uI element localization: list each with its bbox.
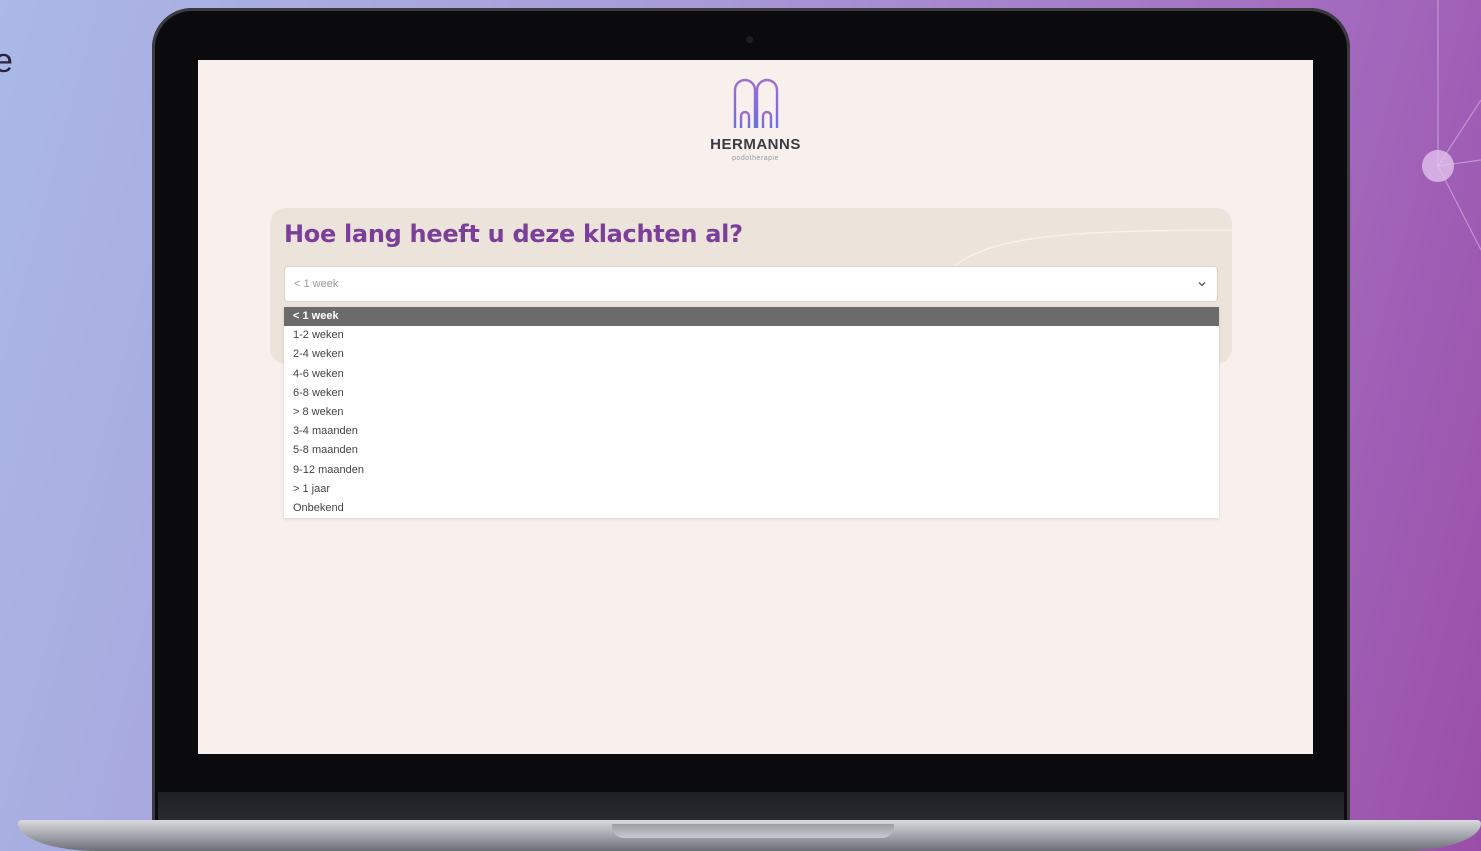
dropdown-option[interactable]: 6-8 weken (284, 384, 1219, 403)
network-decoration (1422, 0, 1481, 251)
dropdown-option[interactable]: 3-4 maanden (284, 422, 1219, 441)
brand-name: HERMANNS (710, 136, 801, 153)
laptop-screen: HERMANNS podotherapie Hoe lang heeft u d… (198, 60, 1313, 754)
dropdown-option[interactable]: 4-6 weken (284, 365, 1219, 384)
dropdown-options: < 1 week 1-2 weken 2-4 weken 4-6 weken 6-8 w… (284, 307, 1219, 518)
dropdown-option[interactable]: Onbekend (284, 499, 1219, 518)
dropdown-option[interactable]: 5-8 maanden (284, 441, 1219, 460)
select-value: < 1 week (294, 278, 339, 290)
dropdown-option[interactable]: > 8 weken (284, 403, 1219, 422)
double-arch-icon (733, 78, 778, 128)
laptop-notch (612, 824, 894, 838)
duration-select[interactable]: < 1 week (284, 266, 1218, 302)
question-heading: Hoe lang heeft u deze klachten al? (284, 220, 743, 248)
brand-logo[interactable]: HERMANNS podotherapie (198, 76, 1313, 162)
dropdown-option[interactable]: 2-4 weken (284, 345, 1219, 364)
chevron-down-icon[interactable] (1197, 279, 1207, 289)
brand-subtitle: podotherapie (732, 155, 779, 162)
camera-dot (746, 36, 753, 43)
dropdown-option[interactable]: > 1 jaar (284, 480, 1219, 499)
edge-text-fragment: e (0, 42, 13, 80)
dropdown-option[interactable]: 1-2 weken (284, 326, 1219, 345)
dropdown-option[interactable]: 9-12 maanden (284, 461, 1219, 480)
dropdown-option[interactable]: < 1 week (284, 307, 1219, 327)
